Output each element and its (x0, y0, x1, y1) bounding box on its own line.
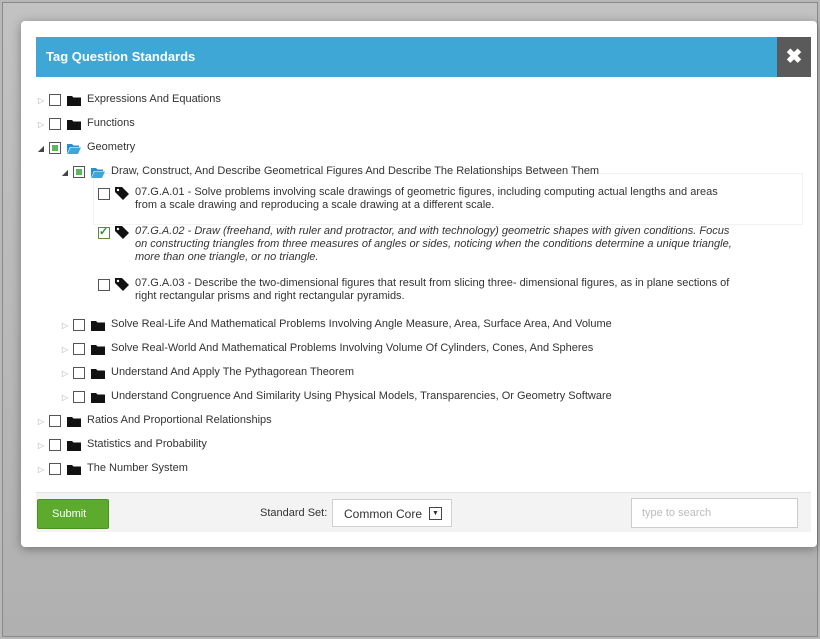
modal-header: Tag Question Standards ✖ (36, 37, 811, 77)
screenshot-frame: Tag Question Standards ✖ ▷ Expressions A… (2, 2, 818, 637)
standard-set-value: Common Core (344, 507, 423, 521)
tree-item-draw-construct-describe[interactable]: ◢ Draw, Construct, And Describe Geometri… (60, 164, 599, 182)
expand-arrow-icon[interactable]: ▷ (36, 440, 46, 452)
checkbox[interactable] (73, 319, 85, 331)
tree-item-label: The Number System (87, 462, 188, 474)
checkbox-partial[interactable] (49, 142, 61, 154)
expand-arrow-icon[interactable]: ▷ (36, 416, 46, 428)
tag-icon (115, 226, 129, 239)
standard-description: - Draw (freehand, with ruler and protrac… (135, 225, 732, 263)
standard-set-label: Standard Set: (260, 507, 328, 519)
standard-text: 07.G.A.01 - Solve problems involving sca… (135, 186, 735, 212)
tag-icon (115, 278, 129, 291)
checkbox-checked[interactable] (98, 225, 110, 239)
search-input[interactable] (631, 498, 798, 528)
folder-icon (91, 369, 105, 379)
modal-title: Tag Question Standards (46, 49, 196, 64)
folder-icon (91, 393, 105, 403)
tree-item-expressions-and-equations[interactable]: ▷ Expressions And Equations (36, 92, 221, 110)
tree-item-label: Ratios And Proportional Relationships (87, 414, 272, 426)
tree-item-geometry[interactable]: ◢ Geometry (36, 140, 135, 158)
tree-item-label: Solve Real-Life And Mathematical Problem… (111, 318, 612, 330)
collapse-arrow-icon[interactable]: ◢ (60, 167, 70, 179)
checkbox[interactable] (73, 343, 85, 355)
tree-item-label: Understand Congruence And Similarity Usi… (111, 390, 612, 402)
checkbox[interactable] (49, 415, 61, 427)
dropdown-arrow-icon[interactable]: ▼ (429, 507, 442, 520)
expand-arrow-icon[interactable]: ▷ (60, 344, 70, 356)
folder-icon (67, 96, 81, 106)
expand-arrow-icon[interactable]: ▷ (36, 119, 46, 131)
standard-text: 07.G.A.03 - Describe the two-dimensional… (135, 277, 735, 303)
standard-set-select[interactable]: Common Core ▼ (332, 499, 452, 527)
standard-text: 07.G.A.02 - Draw (freehand, with ruler a… (135, 225, 735, 264)
tree-item-functions[interactable]: ▷ Functions (36, 116, 135, 134)
checkbox[interactable] (49, 94, 61, 106)
folder-icon (67, 417, 81, 427)
folder-icon (67, 441, 81, 451)
submit-button[interactable]: Submit (37, 499, 109, 529)
checkbox[interactable] (49, 118, 61, 130)
tree-item-label: Geometry (87, 141, 136, 153)
expand-arrow-icon[interactable]: ▷ (36, 95, 46, 107)
close-icon: ✖ (785, 46, 803, 68)
tree-item-solve-real-life[interactable]: ▷ Solve Real-Life And Mathematical Probl… (60, 317, 612, 335)
tree-item-label: Expressions And Equations (87, 93, 221, 105)
folder-icon (91, 345, 105, 355)
checkbox[interactable] (73, 391, 85, 403)
expand-arrow-icon[interactable]: ▷ (60, 392, 70, 404)
standard-description: - Describe the two-dimensional figures t… (135, 277, 730, 302)
checkbox[interactable] (98, 188, 110, 200)
tree-item-ratios[interactable]: ▷ Ratios And Proportional Relationships (36, 413, 272, 431)
expand-arrow-icon[interactable]: ▷ (60, 320, 70, 332)
tree-item-congruence-similarity[interactable]: ▷ Understand Congruence And Similarity U… (60, 389, 612, 407)
tag-icon (115, 187, 129, 200)
tree-item-label: Solve Real-World And Mathematical Proble… (111, 342, 594, 354)
standard-code: 07.G.A.02 (135, 225, 185, 237)
collapse-arrow-icon[interactable]: ◢ (36, 143, 46, 155)
checkbox[interactable] (73, 367, 85, 379)
open-folder-icon (67, 144, 81, 154)
tree-item-pythagorean-theorem[interactable]: ▷ Understand And Apply The Pythagorean T… (60, 365, 354, 383)
folder-icon (67, 120, 81, 130)
tag-standards-modal: Tag Question Standards ✖ ▷ Expressions A… (21, 21, 817, 547)
standard-item-07-g-a-03[interactable]: 07.G.A.03 - Describe the two-dimensional… (95, 277, 735, 302)
tree-item-label: Understand And Apply The Pythagorean The… (111, 366, 354, 378)
expand-arrow-icon[interactable]: ▷ (36, 464, 46, 476)
modal-footer: Submit Standard Set: Common Core ▼ (36, 492, 811, 532)
tree-item-label: Draw, Construct, And Describe Geometrica… (111, 165, 600, 177)
checkbox-partial[interactable] (73, 166, 85, 178)
standard-code: 07.G.A.03 (135, 277, 185, 289)
checkbox[interactable] (49, 439, 61, 451)
folder-icon (91, 321, 105, 331)
expand-arrow-icon[interactable]: ▷ (60, 368, 70, 380)
close-button[interactable]: ✖ (777, 37, 811, 77)
standard-code: 07.G.A.01 (135, 186, 185, 198)
tree-item-label: Statistics and Probability (87, 438, 207, 450)
folder-icon (67, 465, 81, 475)
tree-item-solve-real-world[interactable]: ▷ Solve Real-World And Mathematical Prob… (60, 341, 593, 359)
open-folder-icon (91, 168, 105, 178)
standard-item-07-g-a-01[interactable]: 07.G.A.01 - Solve problems involving sca… (95, 186, 735, 211)
checkbox[interactable] (49, 463, 61, 475)
checkbox[interactable] (98, 279, 110, 291)
tree-item-label: Functions (87, 117, 135, 129)
tree-item-statistics-probability[interactable]: ▷ Statistics and Probability (36, 437, 207, 455)
standard-item-07-g-a-02[interactable]: 07.G.A.02 - Draw (freehand, with ruler a… (95, 225, 735, 263)
tree-item-number-system[interactable]: ▷ The Number System (36, 461, 188, 479)
standard-description: - Solve problems involving scale drawing… (135, 186, 718, 211)
